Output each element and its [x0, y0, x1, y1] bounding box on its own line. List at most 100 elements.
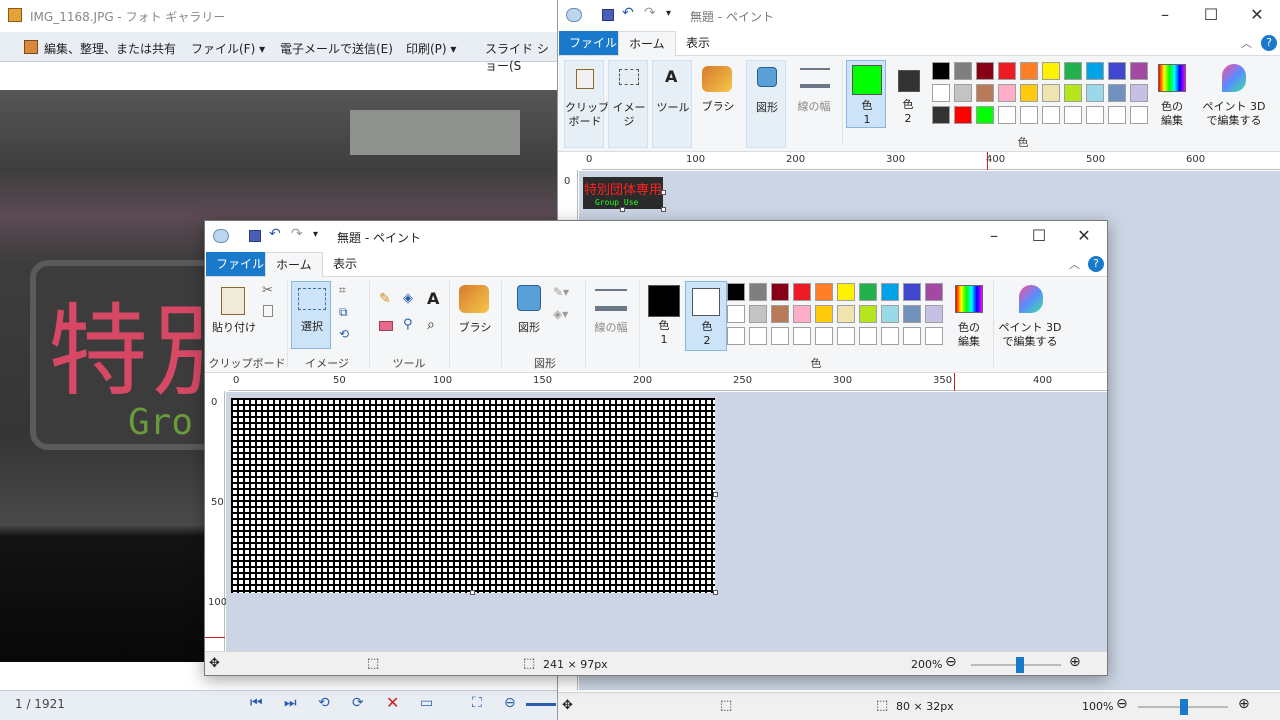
rotate-left-icon[interactable]: ⟲ [318, 695, 330, 711]
resize-handle[interactable] [713, 590, 718, 595]
minimize-icon[interactable]: – [1142, 0, 1188, 30]
palette-swatch[interactable] [925, 305, 943, 323]
palette-swatch[interactable] [925, 283, 943, 301]
paint-back-canvas[interactable]: 特別団体専用 Group Use [583, 177, 663, 209]
resize-handle[interactable] [661, 207, 666, 212]
palette-swatch[interactable] [749, 283, 767, 301]
palette-swatch[interactable] [1064, 84, 1082, 102]
palette-swatch[interactable] [976, 106, 994, 124]
qat-dropdown-icon[interactable]: ▾ [313, 229, 318, 240]
qat-dropdown-icon[interactable]: ▾ [666, 8, 671, 19]
pencil-icon[interactable]: ✎ [379, 291, 391, 307]
save-icon[interactable] [249, 230, 261, 242]
palette-swatch[interactable] [932, 84, 950, 102]
minimize-icon[interactable]: – [971, 221, 1017, 251]
palette-swatch[interactable] [925, 327, 943, 345]
palette-swatch[interactable] [859, 327, 877, 345]
maximize-icon[interactable]: ☐ [1016, 221, 1062, 251]
slideshow-icon[interactable]: ▭ [420, 695, 433, 711]
palette-swatch[interactable] [1130, 106, 1148, 124]
first-photo-icon[interactable]: ⏮ [250, 695, 263, 711]
clipboard-button[interactable]: クリップ ボード [564, 60, 609, 148]
palette-swatch[interactable] [1020, 62, 1038, 80]
delete-icon[interactable]: ✕ [386, 693, 399, 712]
palette-swatch[interactable] [998, 84, 1016, 102]
palette-swatch[interactable] [903, 327, 921, 345]
fill-icon[interactable]: ◈ [403, 291, 413, 306]
rotate-right-icon[interactable]: ⟳ [352, 695, 364, 711]
shapes-button[interactable]: 図形 [746, 60, 786, 148]
email-menu[interactable]: 電子メールで送信(E) [280, 40, 393, 57]
zoom-in-icon[interactable]: ⊕ [1238, 696, 1250, 712]
color1-button[interactable]: 色 1 [643, 281, 685, 351]
palette-swatch[interactable] [1042, 106, 1060, 124]
fit-icon[interactable]: ⛶ [472, 695, 482, 711]
zoom-out-icon[interactable]: ⊖ [1116, 696, 1128, 712]
zoom-slider-thumb[interactable] [1016, 657, 1024, 673]
grid-canvas[interactable] [231, 398, 715, 593]
paint3d-button[interactable]: ペイント 3D で編集する [1202, 60, 1266, 128]
copy-icon[interactable] [263, 305, 273, 317]
palette-swatch[interactable] [1064, 106, 1082, 124]
color1-button[interactable]: 色 1 [846, 60, 886, 128]
palette-swatch[interactable] [815, 327, 833, 345]
shape-fill-icon[interactable]: ◈▾ [553, 307, 568, 321]
tab-view[interactable]: 表示 [323, 252, 367, 276]
palette-swatch[interactable] [1042, 84, 1060, 102]
undo-icon[interactable]: ↶ [622, 5, 634, 21]
color2-button[interactable]: 色 2 [685, 281, 727, 351]
palette-swatch[interactable] [881, 327, 899, 345]
help-icon[interactable]: ? [1088, 256, 1104, 272]
palette-swatch[interactable] [932, 106, 950, 124]
tools-button[interactable]: A ツール [652, 60, 692, 148]
collapse-ribbon-icon[interactable]: ︿ [1069, 256, 1080, 272]
cut-icon[interactable]: ✂ [262, 283, 273, 298]
palette-swatch[interactable] [837, 305, 855, 323]
palette-swatch[interactable] [1042, 62, 1060, 80]
palette-swatch[interactable] [881, 283, 899, 301]
palette-swatch[interactable] [793, 327, 811, 345]
maximize-icon[interactable]: ☐ [1188, 0, 1234, 30]
text-tool-icon[interactable]: A [427, 289, 439, 308]
brush-button[interactable]: ブラシ [453, 281, 497, 351]
zoom-out-icon[interactable]: ⊖ [945, 654, 957, 670]
magnifier-icon[interactable]: ⌕ [427, 317, 435, 333]
palette-swatch[interactable] [1086, 84, 1104, 102]
palette-swatch[interactable] [793, 283, 811, 301]
tab-home[interactable]: ホーム [618, 31, 676, 56]
palette-swatch[interactable] [1108, 62, 1126, 80]
image-button[interactable]: イメージ [608, 60, 648, 148]
palette-swatch[interactable] [903, 305, 921, 323]
palette-swatch[interactable] [727, 305, 745, 323]
tab-home[interactable]: ホーム [265, 252, 323, 277]
undo-icon[interactable]: ↶ [269, 226, 281, 242]
palette-swatch[interactable] [771, 327, 789, 345]
palette-swatch[interactable] [1020, 106, 1038, 124]
palette-swatch[interactable] [1086, 62, 1104, 80]
resize-handle[interactable] [713, 492, 718, 497]
palette-swatch[interactable] [1020, 84, 1038, 102]
resize-icon[interactable]: ⧉ [339, 305, 348, 320]
palette-swatch[interactable] [998, 62, 1016, 80]
palette-swatch[interactable] [837, 327, 855, 345]
close-icon[interactable]: ✕ [1061, 221, 1107, 251]
slideshow-menu[interactable]: スライド ショー(S [485, 40, 560, 74]
paint3d-button[interactable]: ペイント 3D で編集する [997, 281, 1063, 351]
zoom-slider-thumb[interactable] [1180, 699, 1188, 715]
palette-swatch[interactable] [1108, 106, 1126, 124]
palette-swatch[interactable] [1064, 62, 1082, 80]
select-button[interactable]: 選択 [291, 281, 331, 349]
palette-swatch[interactable] [998, 106, 1016, 124]
close-icon[interactable]: ✕ [1234, 0, 1280, 30]
palette-swatch[interactable] [1108, 84, 1126, 102]
crop-icon[interactable]: ⌗ [339, 283, 346, 298]
edit-colors-button[interactable]: 色の 編集 [1152, 60, 1192, 128]
palette-swatch[interactable] [749, 305, 767, 323]
rotate-icon[interactable]: ⟲ [339, 327, 349, 341]
zoom-slider[interactable] [526, 703, 556, 706]
palette-swatch[interactable] [903, 283, 921, 301]
palette-swatch[interactable] [815, 283, 833, 301]
palette-swatch[interactable] [976, 84, 994, 102]
brush-button[interactable]: ブラシ [696, 60, 740, 148]
edit-colors-button[interactable]: 色の 編集 [949, 281, 989, 351]
